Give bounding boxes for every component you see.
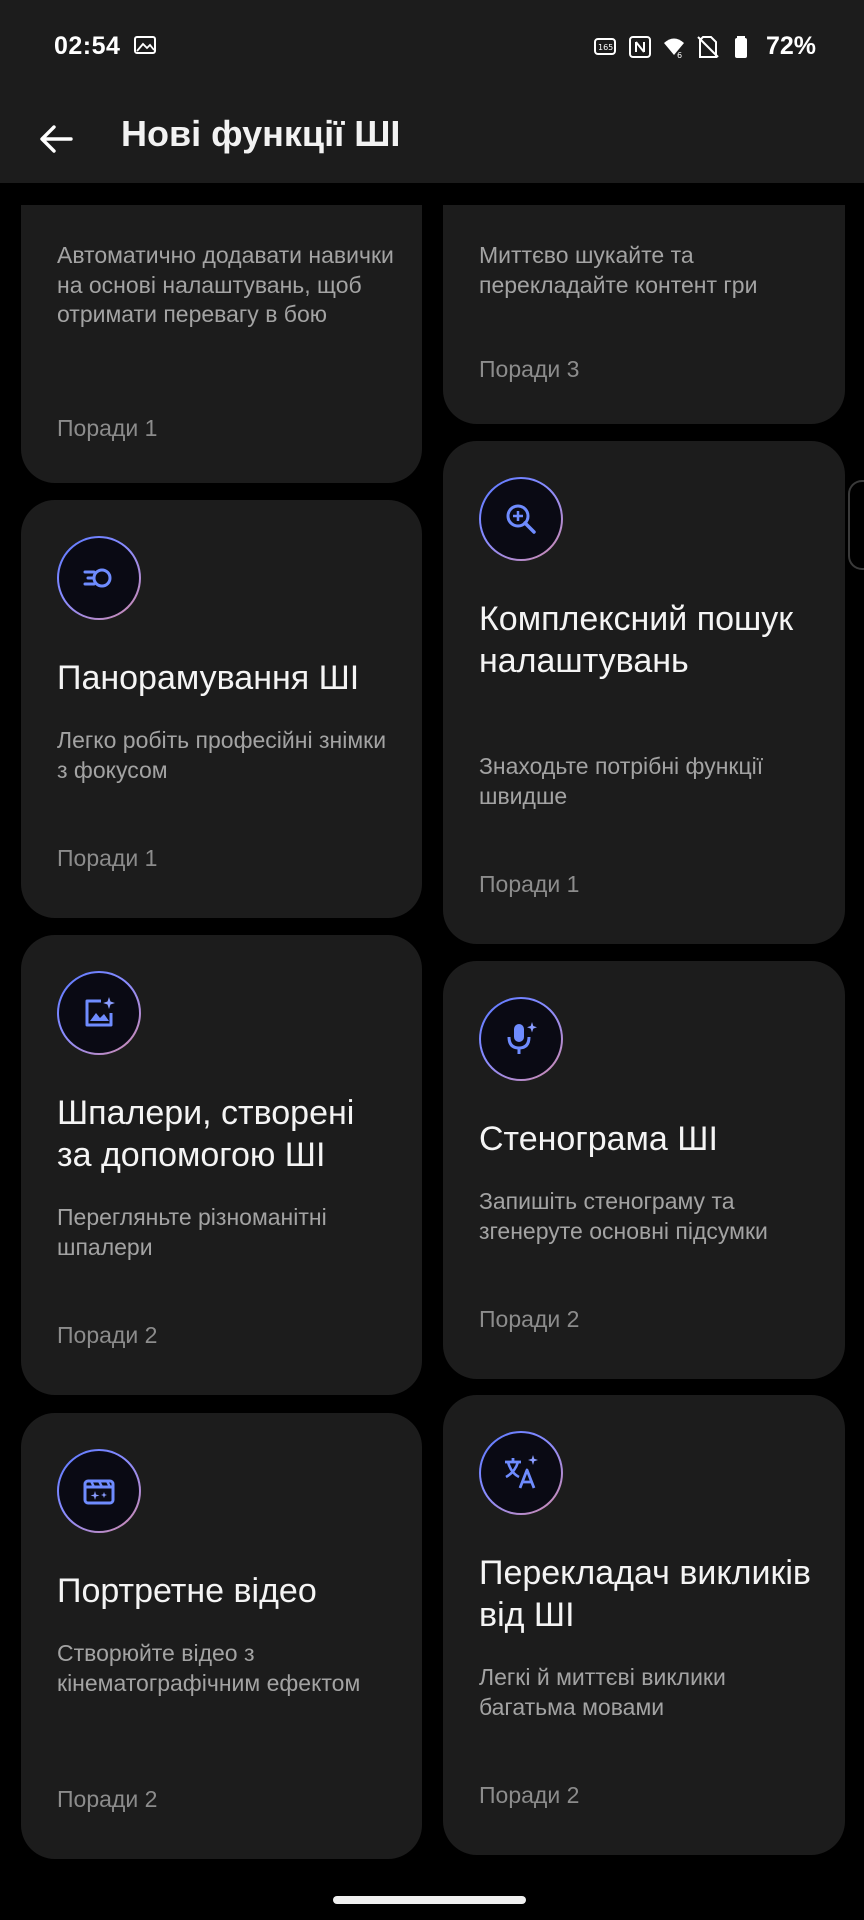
feature-card-settings-search[interactable]: Комплексний пошук налаштувань Знаходьте … [443,441,845,944]
status-time: 02:54 [54,32,121,60]
card-tips: Поради 2 [57,1322,158,1348]
feature-card-call-translator[interactable]: Перекладач викликів від ШІ Легкі й миттє… [443,1395,845,1855]
card-title: Портретне відео [57,1572,317,1610]
card-title: Перекладач викликів від ШІ [479,1554,811,1634]
card-tips: Поради 2 [57,1786,158,1812]
ai-pan-icon [57,536,141,620]
card-tips: Поради 3 [479,356,580,382]
feature-card-ai-panning[interactable]: Панорамування ШІ Легко робіть професійні… [21,500,422,918]
feature-grid[interactable]: Автоматично додавати навички на основі н… [0,205,864,1865]
card-tips: Поради 1 [57,415,158,441]
feature-card-portrait-video[interactable]: Портретне відео Створюйте відео з кінема… [21,1413,422,1859]
wifi-icon: 6 [663,38,684,59]
card-title: Панорамування ШІ [57,659,360,697]
svg-text:6: 6 [677,51,682,59]
nfc-icon [628,35,651,58]
arrow-left-icon [40,125,73,153]
card-description: Автоматично додавати навички на основі н… [57,242,394,327]
back-button[interactable] [32,115,80,163]
card-description: Запишіть стенограму та згенеруте основні… [479,1188,768,1244]
card-title: Стенограма ШІ [479,1120,718,1158]
no-sim-icon [697,35,719,58]
card-tips: Поради 2 [479,1782,580,1808]
refresh-rate-icon: 165 [593,37,616,55]
card-description: Знаходьте потрібні функції швидше [479,753,764,809]
gesture-nav-bar[interactable] [333,1896,526,1904]
scroll-handle[interactable] [848,480,864,570]
feature-card[interactable]: Автоматично додавати навички на основі н… [21,205,422,483]
search-zoom-icon [479,477,563,561]
microphone-ai-icon [479,997,563,1081]
app-header: Нові функції ШІ [0,95,864,183]
card-title: Комплексний пошук налаштувань [479,600,794,680]
portrait-video-icon [57,1449,141,1533]
image-icon [134,36,156,54]
feature-card-ai-transcript[interactable]: Стенограма ШІ Запишіть стенограму та зге… [443,961,845,1379]
page-title: Нові функції ШІ [121,113,401,154]
card-description: Легкі й миттєві виклики багатьма мовами [479,1664,726,1720]
ai-wallpaper-icon [57,971,141,1055]
battery-icon [734,35,747,58]
feature-card-ai-wallpapers[interactable]: Шпалери, створені за допомогою ШІ Перегл… [21,935,422,1395]
card-tips: Поради 1 [57,845,158,871]
card-tips: Поради 1 [479,871,580,897]
translate-icon [479,1431,563,1515]
card-title: Шпалери, створені за допомогою ШІ [57,1094,355,1174]
status-icons: 165 6 72% [593,32,816,61]
status-bar: 02:54 165 6 72% [0,0,864,95]
card-description: Перегляньте різноманітні шпалери [57,1204,327,1260]
feature-card[interactable]: Миттєво шукайте та перекладайте контент … [443,205,845,424]
svg-text:165: 165 [598,43,613,52]
battery-percent: 72% [765,32,816,60]
card-tips: Поради 2 [479,1306,580,1332]
card-description: Створюйте відео з кінематографічним ефек… [57,1640,361,1696]
card-description: Легко робіть професійні знімки з фокусом [57,727,387,783]
card-description: Миттєво шукайте та перекладайте контент … [479,242,758,298]
